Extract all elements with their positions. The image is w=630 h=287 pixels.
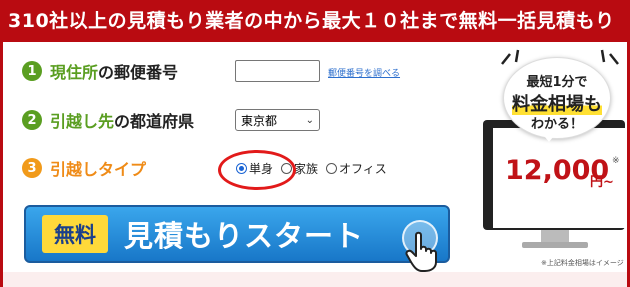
estimate-widget: { "header": {"title": "310社以上の見積もり業者の中から… — [0, 0, 630, 287]
promo-line-1: 最短1分で — [526, 75, 588, 90]
prefecture-select[interactable]: 東京都 ⌄ — [235, 109, 320, 131]
monitor-stand-base — [522, 242, 588, 248]
promo-highlight: 料金相場 — [512, 94, 584, 115]
highlight-circle-annotation — [218, 150, 296, 190]
monitor-stand — [541, 230, 569, 242]
step-number-badge: 3 — [22, 158, 42, 178]
postal-code-input[interactable] — [235, 60, 320, 82]
free-badge: 無料 — [42, 215, 108, 253]
radio-label: オフィス — [339, 162, 387, 176]
step-prefecture-row: 2 引越し先の都道府県 — [22, 107, 194, 133]
step-move-type-row: 3 引越しタイプ — [22, 155, 146, 181]
header-banner: 310社以上の見積もり業者の中から最大１０社まで無料一括見積もり — [0, 0, 630, 42]
promo-line-3: わかる！ — [530, 117, 583, 132]
radio-option-office[interactable]: オフィス — [326, 160, 387, 177]
step-postal-label: 現住所の郵便番号 — [50, 59, 178, 83]
start-estimate-button[interactable]: 無料 見積もりスタート — [24, 205, 450, 272]
step-label-accent: 現住所 — [50, 63, 99, 82]
radio-button[interactable] — [326, 163, 338, 174]
step-label-accent: 引越し先 — [50, 112, 115, 131]
step-postal-row: 1 現住所の郵便番号 — [22, 58, 178, 84]
step-label-rest: の郵便番号 — [98, 63, 179, 82]
promo-footnote: ※上記料金相場はイメージ — [541, 259, 624, 267]
step-label-accent: 引越しタイプ — [50, 160, 147, 179]
chevron-down-icon: ⌄ — [305, 114, 314, 126]
step-number-badge: 2 — [22, 110, 42, 130]
pointing-hand-icon — [405, 231, 437, 272]
bottom-strip — [3, 272, 627, 287]
step-label-rest: の都道府県 — [114, 112, 195, 131]
promo-price-unit: 円~ — [590, 175, 614, 190]
speech-bubble-tail — [541, 132, 557, 142]
step-prefecture-label: 引越し先の都道府県 — [50, 108, 194, 132]
prefecture-selected-value: 東京都 — [241, 113, 278, 128]
postal-lookup-link[interactable]: 郵便番号を調べる — [328, 66, 400, 79]
radio-label: 家族 — [294, 162, 319, 176]
step-move-type-label: 引越しタイプ — [50, 156, 146, 180]
promo-line-2-suffix: も — [584, 94, 602, 115]
step-number-badge: 1 — [22, 61, 42, 81]
frame-border-left — [0, 42, 3, 287]
price-asterisk: ※ — [612, 156, 620, 166]
start-button-label: 見積もりスタート — [124, 219, 365, 253]
